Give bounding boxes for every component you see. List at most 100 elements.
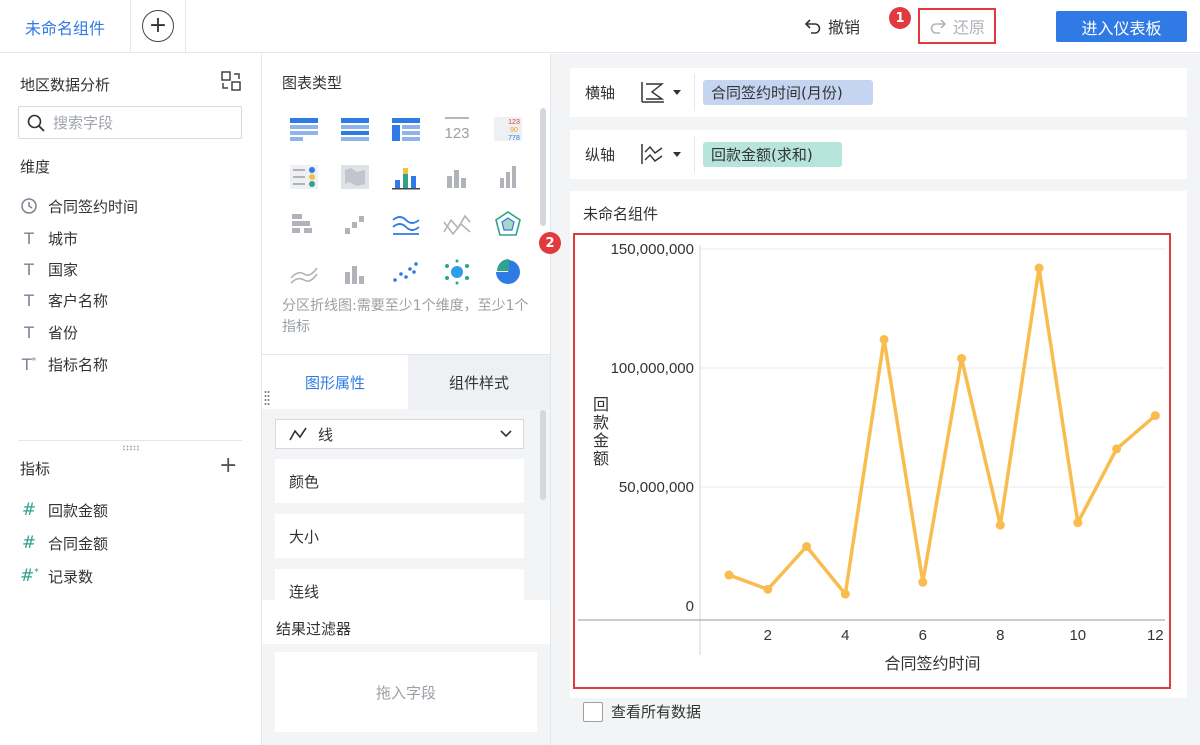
area-chart-icon[interactable] xyxy=(288,258,320,286)
add-tab-button[interactable]: + xyxy=(142,10,174,42)
plus-icon: + xyxy=(148,13,168,38)
kpi-number-icon[interactable]: 123 xyxy=(441,114,473,142)
waterfall-icon[interactable] xyxy=(339,210,371,238)
x-axis-type-icon[interactable] xyxy=(640,80,666,104)
chevron-down-icon[interactable] xyxy=(673,90,681,95)
dimension-label: 客户名称 xyxy=(48,291,109,310)
y-axis-title-char: 回 xyxy=(593,395,609,414)
dimension-label: 省份 xyxy=(48,323,79,342)
add-measure-button[interactable]: + xyxy=(219,455,237,477)
tab-component-style[interactable]: 组件样式 xyxy=(408,355,550,409)
text-type-icon: T xyxy=(24,290,34,310)
size-label: 大小 xyxy=(289,527,320,546)
measure-item[interactable]: #* 记录数 xyxy=(20,564,93,588)
y-tick-label: 100,000,000 xyxy=(611,360,694,377)
search-field-input[interactable]: 搜索字段 xyxy=(18,106,242,139)
top-bar: 未命名组件 + 撤销 1 还原 进入仪表板 xyxy=(0,0,1200,53)
measure-item[interactable]: # 合同金额 xyxy=(20,531,108,555)
chart-type-hint: 分区折线图:需要至少1个维度，至少1个指标 xyxy=(282,298,529,335)
y-axis-title-char: 额 xyxy=(593,449,609,468)
attributes-scrollbar[interactable] xyxy=(540,410,546,500)
text-type-icon: T xyxy=(24,228,34,248)
axis-separator xyxy=(694,136,695,173)
filter-drop-zone[interactable]: 拖入字段 xyxy=(275,652,537,732)
switch-dataset-icon[interactable] xyxy=(220,70,242,92)
data-point xyxy=(918,577,928,587)
y-tick-label: 50,000,000 xyxy=(619,479,694,496)
tab-separator xyxy=(185,0,186,53)
grouped-bar-icon[interactable] xyxy=(492,162,524,190)
indicator-card-icon[interactable] xyxy=(288,162,320,190)
y-axis-type-icon[interactable] xyxy=(640,142,666,166)
redo-icon xyxy=(930,19,947,34)
bubble-chart-icon[interactable] xyxy=(441,258,473,286)
color-property[interactable]: 颜色 xyxy=(275,459,524,503)
connect-line-property[interactable]: 连线 xyxy=(275,569,524,601)
view-all-checkbox[interactable] xyxy=(583,701,603,722)
svg-text:778: 778 xyxy=(508,135,520,142)
combo-bar-icon[interactable] xyxy=(339,258,371,286)
table-chart-icon[interactable] xyxy=(288,114,320,142)
measures-title: 指标 xyxy=(20,460,51,478)
bar-chart-icon[interactable] xyxy=(441,162,473,190)
scatter-chart-icon[interactable] xyxy=(390,258,422,286)
y-axis-label: 纵轴 xyxy=(585,146,616,164)
dimension-item[interactable]: T 国家 xyxy=(20,257,78,281)
y-axis-title: 回款金额 xyxy=(593,395,609,468)
view-all-data-option[interactable]: 查看所有数据 xyxy=(583,701,701,722)
x-axis-field-pill[interactable]: 合同签约时间(月份) xyxy=(703,80,873,105)
data-point xyxy=(840,589,850,599)
size-property[interactable]: 大小 xyxy=(275,514,524,558)
chart-editor-area: 横轴 合同签约时间(月份) 纵轴 回款金额(求和) 未命名组件 0 50,000,… xyxy=(551,54,1200,745)
tab-unnamed-component[interactable]: 未命名组件 xyxy=(0,0,131,53)
svg-text:90: 90 xyxy=(510,127,518,134)
horizontal-bar-icon[interactable] xyxy=(288,210,320,238)
connect-line-label: 连线 xyxy=(289,583,320,601)
dimension-item[interactable]: T* 指标名称 xyxy=(20,352,108,376)
y-axis-row: 纵轴 回款金额(求和) xyxy=(570,130,1187,179)
measure-item[interactable]: # 回款金额 xyxy=(20,498,108,522)
radar-chart-icon[interactable] xyxy=(492,210,524,238)
panel-resize-handle-icon[interactable] xyxy=(264,390,270,406)
chevron-down-icon xyxy=(500,430,512,438)
dimension-label: 合同签约时间 xyxy=(48,197,139,216)
y-axis-field-pill[interactable]: 回款金额(求和) xyxy=(703,142,842,167)
redo-button[interactable]: 还原 xyxy=(918,8,996,44)
x-axis-title: 合同签约时间 xyxy=(884,654,980,673)
undo-button[interactable]: 撤销 xyxy=(804,13,860,39)
clock-icon xyxy=(21,198,37,214)
redo-label: 还原 xyxy=(952,18,985,37)
number-table-icon[interactable]: 12390778 xyxy=(492,114,524,142)
color-label: 颜色 xyxy=(289,472,320,491)
y-axis-title-char: 金 xyxy=(593,431,609,450)
data-point xyxy=(802,542,812,551)
enter-dashboard-button[interactable]: 进入仪表板 xyxy=(1056,11,1187,42)
result-filter-area: 拖入字段 xyxy=(262,644,550,745)
chart-types-scrollbar[interactable] xyxy=(540,108,546,226)
group-table-icon[interactable] xyxy=(339,114,371,142)
tab-graphic-attributes[interactable]: 图形属性 xyxy=(262,355,408,409)
chart-preview-card: 未命名组件 0 50,000,000 100,000,000 150,000,000 2… xyxy=(570,191,1187,698)
data-point xyxy=(1150,411,1160,421)
dimension-item[interactable]: T 城市 xyxy=(20,226,78,250)
dimension-item[interactable]: T 客户名称 xyxy=(20,288,108,312)
stacked-bar-icon[interactable] xyxy=(390,162,422,190)
chart-config-panel: 图表类型 123 123 90 778 分区折线图:需要至少1个维度，至少1个指标 … xyxy=(262,54,551,745)
line-mark-icon xyxy=(289,427,307,441)
pie-chart-icon[interactable] xyxy=(492,258,524,286)
line-chart-icon[interactable] xyxy=(441,210,473,238)
x-tick-label: 2 xyxy=(764,627,772,644)
partition-line-chart-icon[interactable] xyxy=(390,210,422,238)
hash-icon: # xyxy=(21,500,37,520)
result-filter-title: 结果过滤器 xyxy=(276,620,352,638)
resize-grip-icon[interactable] xyxy=(122,445,140,451)
dimension-item[interactable]: 合同签约时间 xyxy=(20,194,138,218)
x-tick-label: 8 xyxy=(996,627,1004,644)
cross-table-icon[interactable] xyxy=(390,114,422,142)
mark-type-select[interactable]: 线 xyxy=(275,419,524,449)
plus-icon: + xyxy=(219,453,238,478)
map-chart-icon[interactable] xyxy=(339,162,371,190)
chevron-down-icon[interactable] xyxy=(673,152,681,157)
dimension-item[interactable]: T 省份 xyxy=(20,320,78,344)
y-tick-label: 0 xyxy=(686,598,694,615)
